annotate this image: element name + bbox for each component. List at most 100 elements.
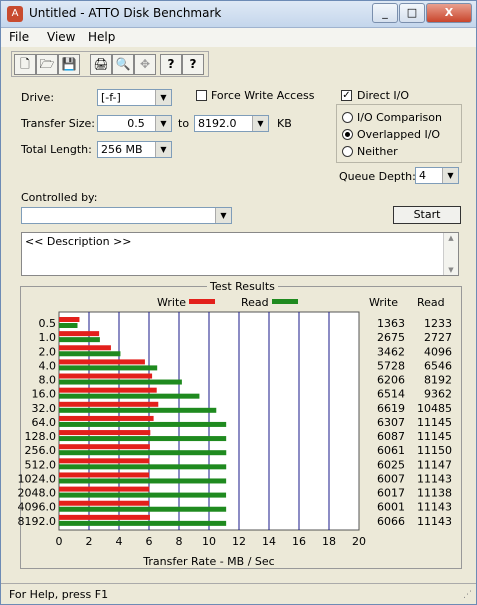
write-bar (59, 359, 145, 365)
read-bar (59, 506, 227, 512)
write-value-label: 6061 (377, 444, 405, 457)
read-bar (59, 379, 182, 385)
read-value-label: 11145 (417, 430, 452, 443)
x-tick-label: 18 (322, 535, 336, 548)
title-bar[interactable]: A Untitled - ATTO Disk Benchmark _ □ X (1, 1, 476, 28)
write-value-label: 6206 (377, 374, 405, 387)
read-value-label: 8192 (424, 374, 452, 387)
read-bar (59, 492, 227, 498)
print-icon[interactable]: 🖨 (90, 54, 112, 75)
y-tick-label: 2048.0 (18, 487, 57, 500)
read-value-label: 10485 (417, 402, 452, 415)
legend-write-swatch (189, 299, 215, 304)
legend-write-label: Write (157, 296, 186, 309)
read-bar (59, 323, 78, 328)
read-value-label: 4096 (424, 345, 452, 358)
help-icon[interactable]: ? (160, 54, 182, 75)
read-value-label: 1233 (424, 317, 452, 330)
write-bar (59, 458, 150, 464)
main-panel: Drive: [-f-] ▼ Force Write Access ✓ Dire… (11, 79, 473, 579)
x-axis-title: Transfer Rate - MB / Sec (142, 555, 274, 568)
write-value-label: 6066 (377, 515, 405, 528)
resize-grip-icon[interactable]: ⋰ (463, 590, 472, 600)
y-tick-label: 2.0 (39, 345, 57, 358)
open-folder-icon[interactable]: 🗁 (36, 54, 58, 75)
read-value-label: 11145 (417, 416, 452, 429)
menu-view[interactable]: View (47, 30, 75, 44)
x-tick-label: 12 (232, 535, 246, 548)
write-value-label: 6017 (377, 487, 405, 500)
legend-read-swatch (272, 299, 298, 304)
legend-read-label: Read (241, 296, 269, 309)
toolbar: 🗋 🗁 💾 🖨 🔍 ✥ ? ? (11, 51, 209, 77)
read-bar (59, 520, 227, 526)
write-value-label: 3462 (377, 345, 405, 358)
x-tick-label: 8 (176, 535, 183, 548)
menu-help[interactable]: Help (88, 30, 115, 44)
y-tick-label: 64.0 (32, 416, 57, 429)
write-value-label: 6025 (377, 458, 405, 471)
atto-app-icon: A (7, 6, 23, 22)
y-tick-label: 1024.0 (18, 472, 57, 485)
write-value-label: 1363 (377, 317, 405, 330)
write-bar (59, 331, 100, 337)
read-value-label: 6546 (424, 359, 452, 372)
write-bar (59, 317, 80, 322)
read-bar (59, 351, 121, 357)
read-value-label: 11143 (417, 472, 452, 485)
read-bar (59, 337, 100, 343)
x-tick-label: 10 (202, 535, 216, 548)
minimize-button[interactable]: _ (372, 3, 398, 23)
read-bar (59, 407, 217, 413)
x-tick-label: 14 (262, 535, 276, 548)
read-value-label: 11143 (417, 515, 452, 528)
write-value-label: 6007 (377, 472, 405, 485)
menu-bar: File View Help (1, 28, 476, 47)
write-value-label: 6514 (377, 388, 405, 401)
save-icon[interactable]: 💾 (58, 54, 80, 75)
write-bar (59, 444, 150, 450)
write-value-label: 6619 (377, 402, 405, 415)
window-title: Untitled - ATTO Disk Benchmark (29, 6, 222, 20)
read-bar (59, 393, 200, 399)
new-file-icon[interactable]: 🗋 (14, 54, 36, 75)
write-bar (59, 472, 150, 478)
read-value-label: 2727 (424, 331, 452, 344)
x-tick-label: 20 (352, 535, 366, 548)
app-window: A Untitled - ATTO Disk Benchmark _ □ X F… (0, 0, 477, 605)
menu-file[interactable]: File (9, 30, 29, 44)
print-preview-icon[interactable]: 🔍 (112, 54, 134, 75)
write-column-header: Write (369, 296, 398, 309)
maximize-button[interactable]: □ (399, 3, 425, 23)
write-bar (59, 373, 153, 379)
write-value-label: 6001 (377, 501, 405, 514)
read-bar (59, 450, 227, 456)
read-bar (59, 464, 227, 470)
write-bar (59, 500, 150, 506)
y-tick-label: 32.0 (32, 402, 57, 415)
x-tick-label: 2 (86, 535, 93, 548)
read-value-label: 11150 (417, 444, 452, 457)
whats-this-help-icon[interactable]: ? (182, 54, 204, 75)
x-tick-label: 6 (146, 535, 153, 548)
write-bar (59, 401, 159, 407)
write-bar (59, 345, 111, 351)
y-tick-label: 8192.0 (18, 515, 57, 528)
x-tick-label: 16 (292, 535, 306, 548)
status-text: For Help, press F1 (9, 588, 109, 601)
x-tick-label: 4 (116, 535, 123, 548)
results-chart: Write Read Write Read 0.51.02.04.0 8.016.… (18, 296, 453, 568)
status-bar: For Help, press F1 ⋰ (1, 583, 476, 604)
y-tick-label: 16.0 (32, 388, 57, 401)
y-tick-label: 8.0 (39, 374, 57, 387)
close-button[interactable]: X (426, 3, 472, 23)
move-icon[interactable]: ✥ (134, 54, 156, 75)
write-bar (59, 486, 150, 492)
y-tick-label: 512.0 (25, 458, 57, 471)
y-tick-label: 1.0 (39, 331, 57, 344)
read-value-label: 11143 (417, 501, 452, 514)
read-value-label: 11138 (417, 487, 452, 500)
x-tick-label: 0 (56, 535, 63, 548)
y-tick-label: 128.0 (25, 430, 57, 443)
read-bar (59, 478, 227, 484)
